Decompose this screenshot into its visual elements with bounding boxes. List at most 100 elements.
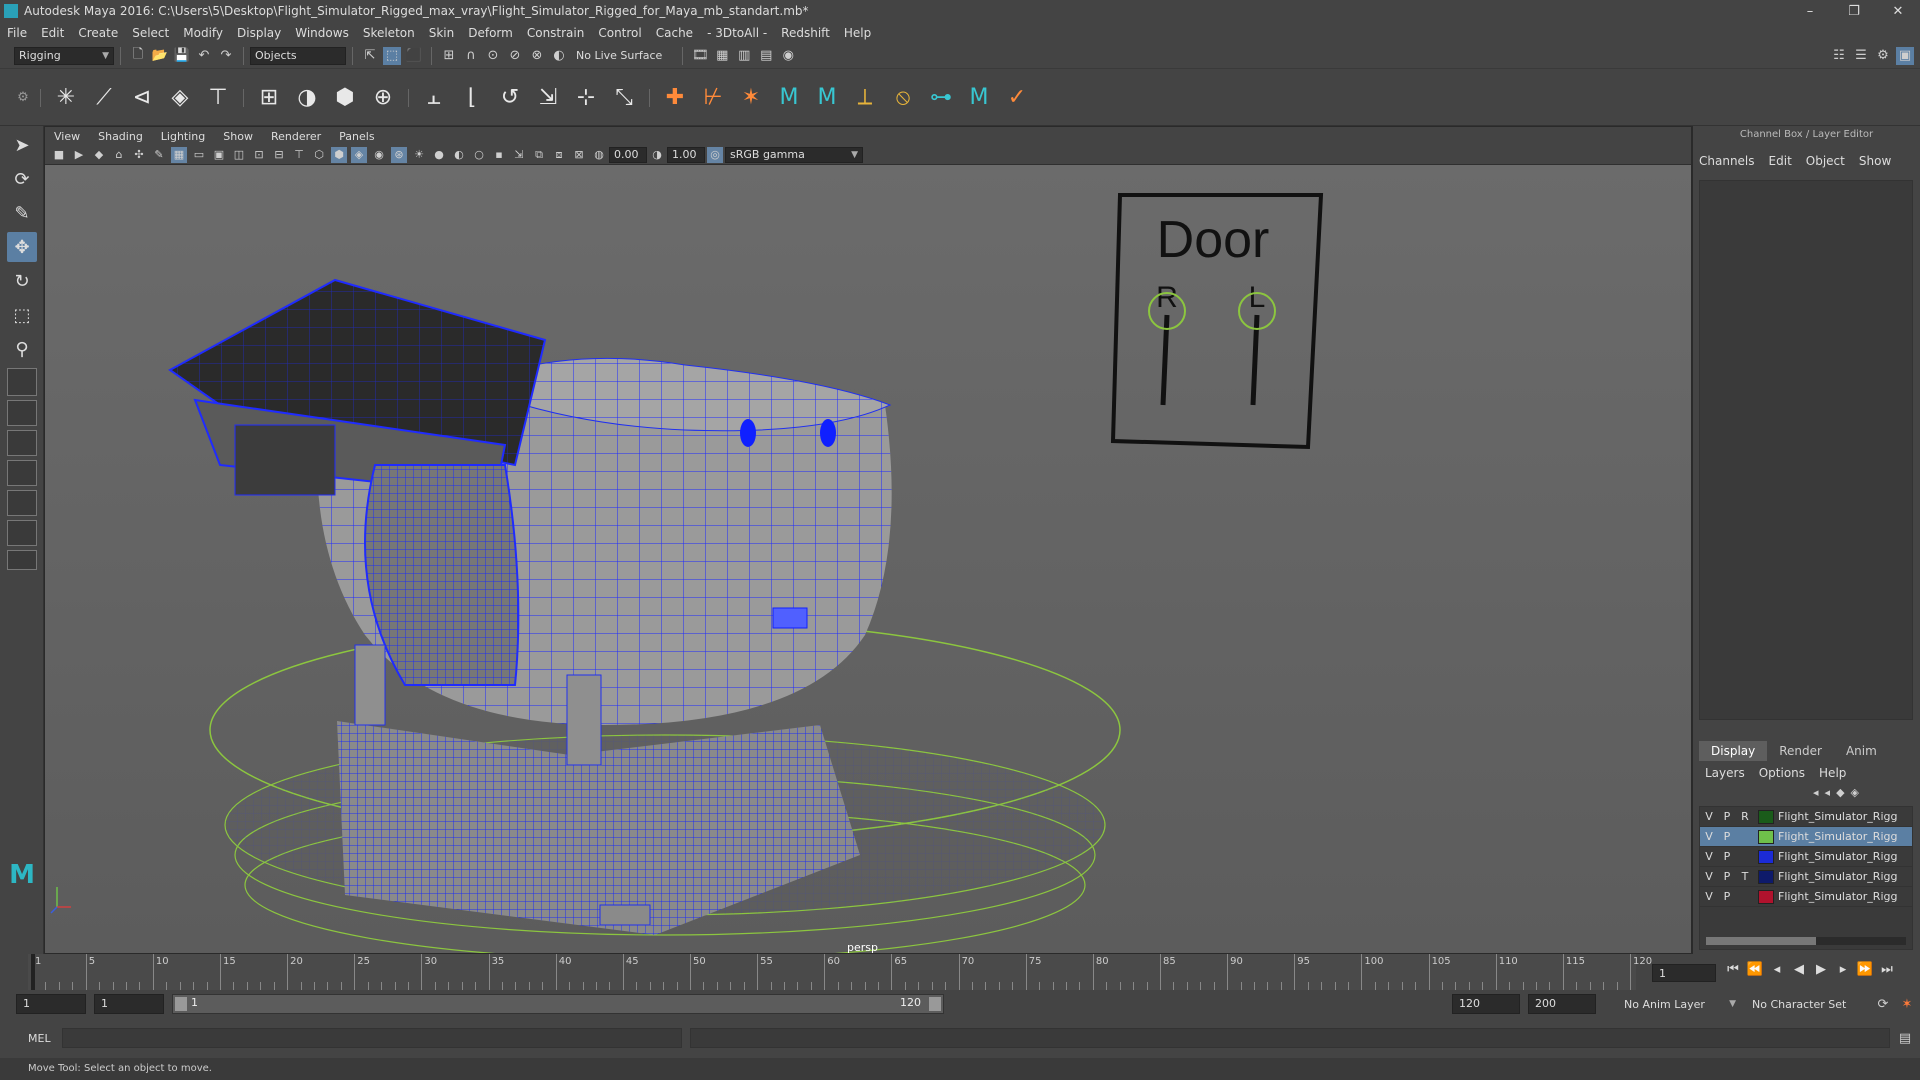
- color-management-icon[interactable]: ◎: [707, 146, 723, 163]
- shadows-icon[interactable]: ☀: [411, 147, 427, 163]
- lasso-tool-icon[interactable]: ⟳: [7, 164, 37, 194]
- panel-menu-lighting[interactable]: Lighting: [152, 130, 214, 143]
- menu-windows[interactable]: Windows: [288, 26, 356, 40]
- blend-shape-icon[interactable]: ⦸: [887, 82, 919, 114]
- make-live-icon[interactable]: ◐: [550, 47, 568, 65]
- modeling-toolkit-icon[interactable]: ☷: [1830, 47, 1848, 65]
- scale-tool-icon[interactable]: ⬚: [7, 300, 37, 330]
- open-scene-icon[interactable]: 📂: [151, 47, 169, 65]
- gamma-field[interactable]: 1.00: [667, 146, 705, 163]
- xray-icon[interactable]: ⧉: [531, 147, 547, 163]
- panel-menu-view[interactable]: View: [45, 130, 89, 143]
- menu-skeleton[interactable]: Skeleton: [356, 26, 422, 40]
- range-slider-bar[interactable]: 1 120: [172, 994, 944, 1014]
- layer-row[interactable]: V P Flight_Simulator_Rigg: [1700, 847, 1912, 867]
- selection-mode-dropdown[interactable]: Objects: [250, 46, 346, 65]
- anim-end-field[interactable]: 200: [1528, 994, 1596, 1014]
- tool-settings-icon[interactable]: ⚙: [1874, 47, 1892, 65]
- cb-menu-edit[interactable]: Edit: [1769, 154, 1792, 168]
- 2d-pan-icon[interactable]: ✣: [131, 147, 147, 163]
- dof-icon[interactable]: ▪: [491, 147, 507, 163]
- mirror-joint-icon[interactable]: ⊤: [202, 82, 234, 114]
- layer-row[interactable]: V P Flight_Simulator_Rigg: [1700, 827, 1912, 847]
- layer-menu-layers[interactable]: Layers: [1705, 766, 1745, 780]
- menu-deform[interactable]: Deform: [461, 26, 520, 40]
- layer-menu-options[interactable]: Options: [1759, 766, 1805, 780]
- snap-grid-icon[interactable]: ⊞: [440, 47, 458, 65]
- render-settings-icon[interactable]: 🎞: [691, 47, 709, 65]
- tab-render[interactable]: Render: [1767, 741, 1834, 761]
- film-gate-icon[interactable]: ▭: [191, 147, 207, 163]
- current-frame-field[interactable]: 1: [1652, 964, 1716, 982]
- layout-four-icon[interactable]: [7, 400, 37, 426]
- screen-space-ao-icon[interactable]: ●: [431, 147, 447, 163]
- layout-persp-outliner-icon[interactable]: [7, 430, 37, 456]
- time-slider-track[interactable]: 1 5 10 15 20 25 30 35 40 45 50 55 60 65 70 75 80 85 90 95 10…: [28, 954, 1652, 990]
- menu-control[interactable]: Control: [591, 26, 648, 40]
- menu-cache[interactable]: Cache: [649, 26, 700, 40]
- layout-single-icon[interactable]: [7, 368, 37, 396]
- ik-handle-icon[interactable]: ⟋: [88, 82, 120, 114]
- play-forwards-icon[interactable]: ▶: [1810, 962, 1832, 977]
- render-view-icon[interactable]: ▤: [757, 47, 775, 65]
- bookmark-icon[interactable]: ◆: [91, 147, 107, 163]
- paint-select-icon[interactable]: ✎: [7, 198, 37, 228]
- hypershade-icon[interactable]: ◉: [779, 47, 797, 65]
- new-scene-icon[interactable]: 🗋: [129, 47, 147, 65]
- tab-display[interactable]: Display: [1699, 741, 1768, 761]
- point-constraint-icon[interactable]: ⫠: [418, 82, 450, 114]
- step-forward-frame-icon[interactable]: ▸: [1832, 962, 1854, 977]
- menu-display[interactable]: Display: [230, 26, 288, 40]
- anim-start-field[interactable]: 1: [16, 994, 86, 1014]
- set-driven-key-icon[interactable]: ✶: [735, 82, 767, 114]
- layer-color-swatch[interactable]: [1758, 809, 1774, 824]
- play-backwards-icon[interactable]: ◀: [1788, 962, 1810, 977]
- cluster-icon[interactable]: ⊕: [367, 82, 399, 114]
- smooth-shade-icon[interactable]: ⬢: [331, 146, 347, 163]
- snap-surface-icon[interactable]: ⊗: [528, 47, 546, 65]
- cb-menu-object[interactable]: Object: [1806, 154, 1845, 168]
- aim-constraint-icon[interactable]: ⌊: [456, 82, 488, 114]
- maya-script-b-icon[interactable]: M: [811, 82, 843, 114]
- layer-color-swatch[interactable]: [1758, 829, 1774, 844]
- layer-menu-help[interactable]: Help: [1819, 766, 1846, 780]
- exposure-field[interactable]: 0.00: [609, 146, 647, 163]
- undo-icon[interactable]: ↶: [195, 47, 213, 65]
- orient-constraint-icon[interactable]: ↺: [494, 82, 526, 114]
- xray-components-icon[interactable]: ⊠: [571, 147, 587, 163]
- render-frame-icon[interactable]: ▦: [713, 47, 731, 65]
- motion-blur-icon[interactable]: ◐: [451, 147, 467, 163]
- close-button[interactable]: ✕: [1876, 4, 1920, 19]
- menu-3dtoall[interactable]: - 3DtoAll -: [700, 26, 774, 40]
- lattice-icon[interactable]: ⬢: [329, 82, 361, 114]
- maya-script-c-icon[interactable]: M: [963, 82, 995, 114]
- new-layer-from-selected-icon[interactable]: ◈: [1851, 786, 1859, 799]
- command-input[interactable]: [62, 1028, 682, 1048]
- select-tool-icon[interactable]: ➤: [7, 130, 37, 160]
- select-component-icon[interactable]: ⬛: [405, 47, 423, 65]
- attribute-editor-icon[interactable]: ☰: [1852, 47, 1870, 65]
- pole-vector-icon[interactable]: ⤡: [608, 82, 640, 114]
- image-plane-icon[interactable]: ⌂: [111, 147, 127, 163]
- paint-weights-icon[interactable]: ◑: [291, 82, 323, 114]
- layout-persp-graph-icon[interactable]: [7, 460, 37, 486]
- go-to-end-icon[interactable]: ⏭: [1876, 962, 1898, 977]
- range-start-handle[interactable]: [175, 997, 187, 1011]
- checkmark-tool-icon[interactable]: ✓: [1001, 82, 1033, 114]
- menu-select[interactable]: Select: [125, 26, 176, 40]
- minimize-button[interactable]: –: [1788, 4, 1832, 19]
- menu-modify[interactable]: Modify: [176, 26, 230, 40]
- new-layer-icon[interactable]: ◆: [1836, 786, 1844, 799]
- ipr-render-icon[interactable]: ▥: [735, 47, 753, 65]
- layout-more-icon[interactable]: [7, 550, 37, 570]
- multisample-icon[interactable]: ○: [471, 147, 487, 163]
- step-back-frame-icon[interactable]: ◂: [1766, 962, 1788, 977]
- skin-script-icon[interactable]: ⊶: [925, 82, 957, 114]
- layer-list-scrollbar[interactable]: [1706, 937, 1906, 945]
- move-layer-up-icon[interactable]: ◂: [1813, 786, 1819, 799]
- maya-script-a-icon[interactable]: M: [773, 82, 805, 114]
- layer-row[interactable]: V P R Flight_Simulator_Rigg: [1700, 807, 1912, 827]
- view-transform-dropdown[interactable]: sRGB gamma ▼: [725, 146, 863, 163]
- snap-curve-icon[interactable]: ∩: [462, 47, 480, 65]
- rotate-tool-icon[interactable]: ↻: [7, 266, 37, 296]
